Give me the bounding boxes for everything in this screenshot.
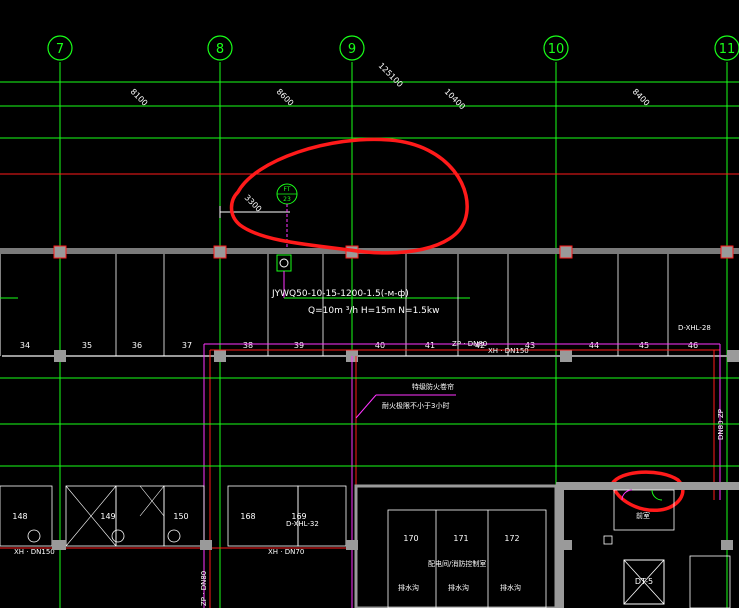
axis-11: 11	[714, 35, 739, 608]
bay-number: 41	[425, 341, 435, 350]
mid-gridlines	[0, 377, 739, 467]
dimension-overall: 125100	[377, 61, 405, 89]
bay-number: 46	[688, 341, 698, 350]
bay-number: 172	[504, 534, 519, 543]
pipe-label-zp: ZP · DN80	[452, 340, 487, 348]
bay-number: 44	[589, 341, 599, 350]
pipe-label-zp-bottom: ZP · DN80	[200, 571, 208, 606]
dimension-span-8-9: 8600	[275, 87, 296, 108]
pipe-label-dn-vertical: DN80	[717, 420, 725, 440]
bay-number: 149	[100, 512, 115, 521]
dimension-span-9-10: 10400	[443, 87, 467, 111]
bay-number: 45	[639, 341, 649, 350]
bay-number: 35	[82, 341, 92, 350]
dimension-lines: 125100 8100 8600 10400 8400	[0, 61, 739, 175]
pump-unit[interactable]: JYWQ50-10-15-1200-1.5(-м-ф) Q=10m ³/h H=…	[271, 254, 470, 316]
pump-model-label: JYWQ50-10-15-1200-1.5(-м-ф)	[271, 289, 409, 299]
bay-number: 38	[243, 341, 253, 350]
axis-bubble-label: 11	[719, 42, 736, 57]
pipe-label-zp-vertical: ZP	[717, 409, 725, 418]
axis-bubble-label: 10	[548, 42, 565, 57]
axis-7: 7	[47, 35, 73, 608]
dimension-span-10-11: 8400	[631, 87, 652, 108]
axis-bubble-label: 7	[56, 42, 64, 57]
room-block: 170 171 172 配电间/消防控制室 排水沟 排水沟 排水沟	[354, 484, 558, 608]
dimension-offset: 3300	[243, 193, 264, 214]
pipe-label-xh-upper: XH · DN150	[488, 347, 529, 355]
bay-number: 37	[182, 341, 192, 350]
hydrant-symbol-bottom: 23	[283, 196, 291, 203]
axis-bubble-label: 8	[216, 42, 224, 57]
bay-number: 34	[20, 341, 30, 350]
dimension-span-7-8: 8100	[129, 87, 150, 108]
red-markup	[229, 137, 685, 512]
pipe-label-d-xhl-32: D-XHL-32	[286, 520, 319, 528]
cad-drawing: 7 8 9 10 11 125100 8100 8600 10400 8400 …	[0, 35, 739, 608]
room-b-label: 排水沟	[448, 583, 469, 592]
bay-number: 36	[132, 341, 142, 350]
small-room-label: 前室	[636, 511, 650, 520]
bay-number: 169	[291, 512, 306, 521]
lower-bays: 148 149 150 168 169	[0, 485, 347, 550]
axis-bubble-label: 9	[348, 42, 356, 57]
bay-number: 171	[453, 534, 468, 543]
bay-number: 40	[375, 341, 385, 350]
pipe-label-xh-left: XH · DN150	[14, 548, 55, 556]
cad-drawing-canvas[interactable]: 7 8 9 10 11 125100 8100 8600 10400 8400 …	[0, 0, 739, 608]
bay-number: 168	[240, 512, 255, 521]
pipe-label-d-xhl-28: D-XHL-28	[678, 324, 711, 332]
pump-specs-label: Q=10m ³/h H=15m N=1.5kw	[308, 306, 439, 316]
bay-number: 170	[403, 534, 418, 543]
bay-number: 148	[12, 512, 27, 521]
room-label: 配电间/消防控制室	[428, 559, 486, 568]
bay-number: 150	[173, 512, 188, 521]
bay-number: 39	[294, 341, 304, 350]
room-c-label: 排水沟	[500, 583, 521, 592]
note-fire-rating: 耐火极限不小于3小时	[382, 401, 449, 410]
note-fire-shutter: 特级防火卷帘	[412, 382, 454, 391]
room-a-label: 排水沟	[398, 583, 419, 592]
elevator-label: DT-5	[635, 577, 653, 586]
hydrant-symbol-top: FT	[283, 186, 290, 193]
pipe-label-xh-mid: XH · DN70	[268, 548, 304, 556]
